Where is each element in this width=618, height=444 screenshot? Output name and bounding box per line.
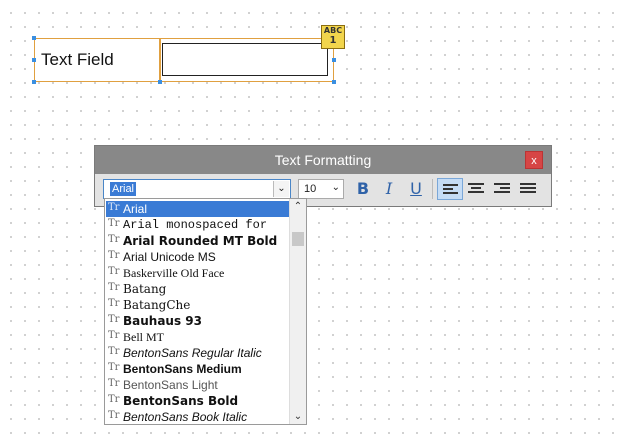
resize-handle-left[interactable] (32, 58, 36, 62)
text-field-label: Text Field (41, 50, 114, 69)
font-option[interactable]: Tr Baskerville Old Face (106, 265, 289, 281)
font-option[interactable]: Tr BentonSans Book Italic (106, 409, 289, 425)
font-family-dropdown[interactable]: Tr Arial Tr Arial monospaced for Tr Aria… (104, 198, 307, 425)
truetype-font-icon: Tr (108, 314, 120, 325)
resize-handle-right[interactable] (332, 58, 336, 62)
font-size-select[interactable]: 10 ⌄ (298, 179, 344, 199)
truetype-font-icon: Tr (108, 330, 120, 341)
chevron-down-icon[interactable]: ⌄ (273, 181, 289, 197)
font-option[interactable]: Tr Bell MT (106, 329, 289, 345)
close-icon: x (531, 155, 537, 167)
text-formatting-title[interactable]: Text Formatting (95, 146, 551, 174)
font-option[interactable]: Tr Bauhaus 93 (106, 313, 289, 329)
bold-button[interactable]: B (351, 178, 375, 200)
truetype-font-icon: Tr (108, 234, 120, 245)
font-size-value: 10 (304, 183, 317, 195)
truetype-font-icon: Tr (108, 346, 120, 357)
truetype-font-icon: Tr (108, 282, 120, 293)
bold-icon: B (356, 179, 370, 198)
font-option[interactable]: Tr Batang (106, 281, 289, 297)
truetype-font-icon: Tr (108, 394, 120, 405)
text-field-type-icon: ABC 1 (321, 25, 345, 49)
text-field-label-box[interactable]: Text Field (34, 38, 160, 82)
italic-icon: I (385, 179, 393, 198)
text-field-input-box[interactable] (160, 38, 334, 82)
underline-icon: U (410, 179, 422, 198)
resize-handle-bottom-left[interactable] (32, 80, 36, 84)
scrollbar-thumb[interactable] (292, 232, 304, 246)
align-center-button[interactable] (463, 178, 489, 200)
truetype-font-icon: Tr (108, 250, 120, 261)
italic-button[interactable]: I (377, 178, 401, 200)
text-field-input[interactable] (162, 43, 328, 76)
align-justify-button[interactable] (515, 178, 541, 200)
truetype-font-icon: Tr (108, 266, 120, 277)
truetype-font-icon: Tr (108, 218, 120, 229)
font-option[interactable]: Tr BentonSans Light (106, 377, 289, 393)
font-option[interactable]: Tr BentonSans Medium (106, 361, 289, 377)
align-right-button[interactable] (489, 178, 515, 200)
truetype-font-icon: Tr (108, 362, 120, 373)
font-option[interactable]: Tr Arial Rounded MT Bold (106, 233, 289, 249)
chevron-up-icon[interactable]: ⌃ (290, 201, 306, 212)
truetype-font-icon: Tr (108, 378, 120, 389)
resize-handle-bottom-right[interactable] (332, 80, 336, 84)
chevron-down-icon[interactable]: ⌄ (332, 182, 340, 193)
font-option[interactable]: Tr Arial (106, 201, 289, 217)
font-option[interactable]: Tr BentonSans Bold (106, 393, 289, 409)
font-option[interactable]: Tr Arial monospaced for (106, 217, 289, 233)
truetype-font-icon: Tr (108, 202, 120, 213)
font-option[interactable]: Tr BatangChe (106, 297, 289, 313)
font-family-select[interactable]: Arial ⌄ (103, 179, 291, 199)
resize-handle-top-left[interactable] (32, 36, 36, 40)
toolbar-divider (432, 179, 433, 199)
align-left-button[interactable] (437, 178, 463, 200)
close-button[interactable]: x (525, 151, 543, 169)
dropdown-scrollbar[interactable]: ⌃ ⌄ (289, 199, 306, 424)
chevron-down-icon[interactable]: ⌄ (290, 411, 306, 422)
underline-button[interactable]: U (404, 178, 428, 200)
font-family-value[interactable]: Arial (110, 182, 137, 196)
font-option[interactable]: Tr BentonSans Regular Italic (106, 345, 289, 361)
resize-handle-bottom[interactable] (158, 80, 162, 84)
truetype-font-icon: Tr (108, 410, 120, 421)
truetype-font-icon: Tr (108, 298, 120, 309)
font-option[interactable]: Tr Arial Unicode MS (106, 249, 289, 265)
